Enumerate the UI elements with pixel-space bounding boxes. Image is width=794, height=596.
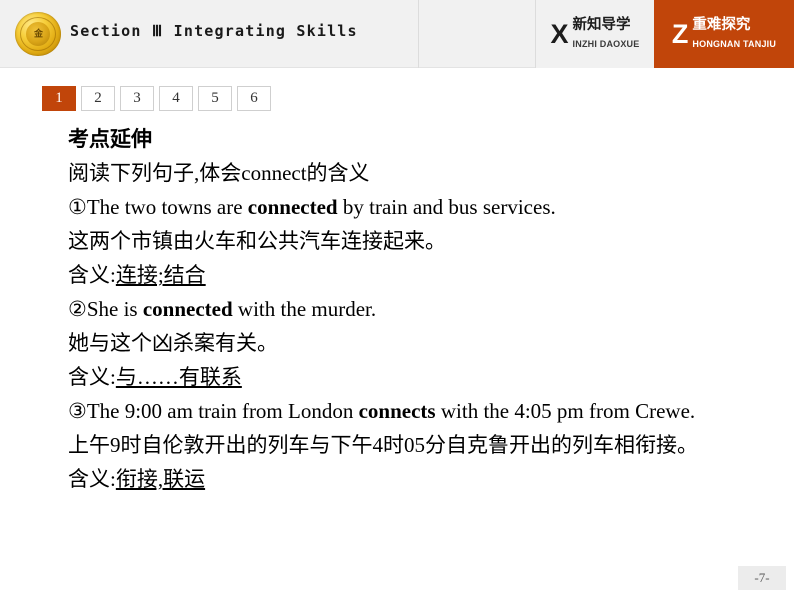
example-2-text-post: with the murder. bbox=[232, 297, 377, 321]
nav-label-en: HONGNAN TANJIU bbox=[692, 39, 777, 49]
nav-letter-x-icon: X bbox=[550, 18, 569, 49]
example-1-text-pre: The two towns are bbox=[86, 195, 248, 219]
header-divider-1 bbox=[418, 0, 419, 68]
page-number-tabs: 1 2 3 4 5 6 bbox=[42, 86, 271, 111]
example-2-keyword: connected bbox=[142, 297, 233, 321]
page-header: 金 Section Ⅲ Integrating Skills X 新知导学 IN… bbox=[0, 0, 794, 68]
tab-4[interactable]: 4 bbox=[159, 86, 193, 111]
example-3-chinese: 上午9时自伦敦开出的列车与下午4时05分自克鲁开出的列车相衔接。 bbox=[68, 433, 698, 457]
meaning-value: 连接;结合 bbox=[115, 263, 206, 287]
page-title: Section Ⅲ Integrating Skills bbox=[70, 22, 358, 40]
tab-1[interactable]: 1 bbox=[42, 86, 76, 111]
nav-button-zhongnan-tanjiu[interactable]: Z 重难探究 HONGNAN TANJIU bbox=[654, 0, 794, 68]
example-2-marker: ② bbox=[68, 297, 87, 321]
nav-label-cn: 新知导学 bbox=[572, 17, 631, 33]
nav-button-xinzhi-daoxue[interactable]: X 新知导学 INZHI DAOXUE bbox=[536, 0, 654, 68]
seal-glyph: 金 bbox=[33, 28, 43, 39]
meaning-label: 含义: bbox=[68, 263, 116, 287]
meaning-value: 衔接,联运 bbox=[115, 467, 206, 491]
example-1-english: ①The two towns are connected by train an… bbox=[0, 190, 794, 224]
example-1-marker: ① bbox=[68, 195, 87, 219]
lesson-content: 考点延伸 阅读下列句子,体会connect的含义 ①The two towns … bbox=[0, 122, 794, 496]
example-3-meaning: 含义:衔接,联运 bbox=[0, 462, 794, 496]
content-instruction: 阅读下列句子,体会connect的含义 bbox=[68, 161, 370, 185]
example-1-chinese: 这两个市镇由火车和公共汽车连接起来。 bbox=[68, 229, 446, 253]
example-2-chinese: 她与这个凶杀案有关。 bbox=[68, 331, 278, 355]
meaning-label: 含义: bbox=[68, 365, 116, 389]
content-heading: 考点延伸 bbox=[68, 127, 152, 151]
nav-label-en: INZHI DAOXUE bbox=[572, 39, 640, 49]
gold-seal-icon: 金 bbox=[15, 12, 61, 56]
example-3-english: ③The 9:00 am train from London connects … bbox=[0, 394, 794, 428]
meaning-value: 与……有联系 bbox=[115, 365, 242, 389]
example-3-text-post: with the 4:05 pm from Crewe. bbox=[435, 399, 696, 423]
tab-6[interactable]: 6 bbox=[237, 86, 271, 111]
nav-letter-z-icon: Z bbox=[671, 18, 689, 49]
example-2-text-pre: She is bbox=[86, 297, 143, 321]
example-3-keyword: connects bbox=[358, 399, 436, 423]
example-1-text-post: by train and bus services. bbox=[337, 195, 556, 219]
tab-3[interactable]: 3 bbox=[120, 86, 154, 111]
example-1-meaning: 含义:连接;结合 bbox=[0, 258, 794, 292]
tab-5[interactable]: 5 bbox=[198, 86, 232, 111]
example-2-english: ②She is connected with the murder. bbox=[0, 292, 794, 326]
example-1-keyword: connected bbox=[247, 195, 338, 219]
example-3-text-pre: The 9:00 am train from London bbox=[86, 399, 359, 423]
nav-label-cn: 重难探究 bbox=[692, 17, 751, 33]
meaning-label: 含义: bbox=[68, 467, 116, 491]
page-number-badge: -7- bbox=[738, 566, 786, 590]
example-2-meaning: 含义:与……有联系 bbox=[0, 360, 794, 394]
tab-2[interactable]: 2 bbox=[81, 86, 115, 111]
example-3-marker: ③ bbox=[68, 399, 87, 423]
